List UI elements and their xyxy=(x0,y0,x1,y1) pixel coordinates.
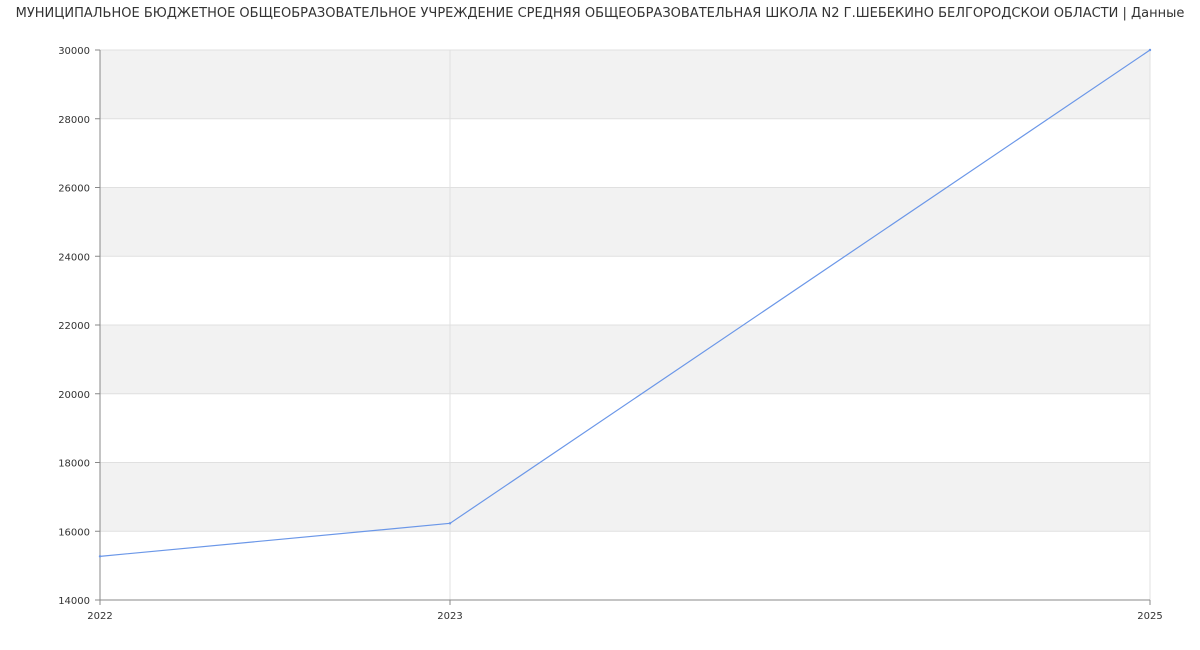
y-tick-label: 30000 xyxy=(58,46,90,57)
data-point xyxy=(98,555,102,558)
x-tick-label: 2025 xyxy=(1137,611,1162,622)
y-tick-label: 28000 xyxy=(58,115,90,126)
y-tick-label: 20000 xyxy=(58,390,90,401)
plot-band xyxy=(100,462,1150,532)
y-tick-label: 22000 xyxy=(58,321,90,332)
plot-band xyxy=(100,187,1150,257)
plot-band xyxy=(100,325,1150,394)
x-tick-label: 2022 xyxy=(87,611,112,622)
plot-band xyxy=(100,50,1150,119)
plot-bands xyxy=(100,50,1150,532)
y-tick-label: 16000 xyxy=(58,527,90,538)
data-point xyxy=(1148,48,1152,52)
data-point xyxy=(448,522,452,525)
y-tick-label: 14000 xyxy=(58,596,90,607)
x-tick-label: 2023 xyxy=(437,611,462,622)
y-tick-label: 24000 xyxy=(58,252,90,263)
y-tick-label: 26000 xyxy=(58,184,90,195)
y-tick-label: 18000 xyxy=(58,459,90,470)
line-chart: 14000 16000 18000 20000 22000 24000 26000 28000… xyxy=(58,46,1163,622)
